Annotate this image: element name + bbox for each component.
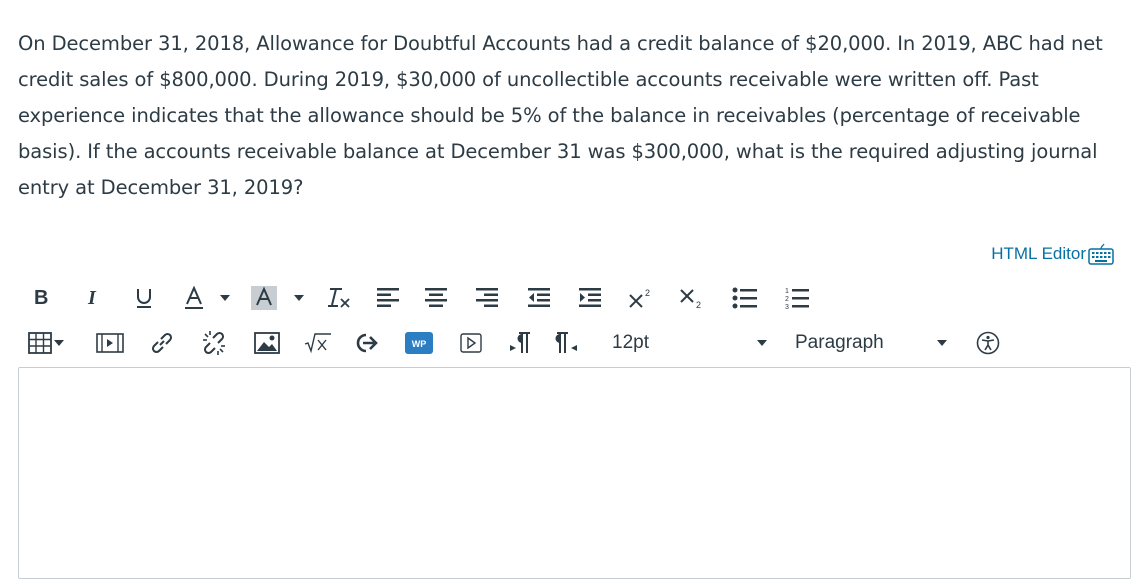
indent-icon[interactable] — [578, 283, 602, 313]
table-dropdown[interactable] — [54, 328, 64, 358]
rich-text-editor-area[interactable] — [18, 367, 1131, 579]
toolbar-row-insert: WP 12pt Paragraph — [24, 326, 1124, 360]
clear-formatting-icon[interactable] — [326, 283, 352, 313]
underline-icon[interactable] — [135, 283, 153, 313]
numbered-list-icon[interactable]: 123 — [784, 283, 810, 313]
link-icon[interactable] — [150, 328, 174, 358]
subscript-icon[interactable]: 2 — [679, 283, 705, 313]
align-left-icon[interactable] — [376, 283, 400, 313]
unlink-icon[interactable] — [200, 328, 228, 358]
rtl-icon[interactable] — [555, 328, 579, 358]
font-size-select[interactable]: 12pt — [612, 328, 649, 358]
text-color-icon[interactable] — [184, 283, 204, 313]
embed-icon[interactable] — [354, 328, 380, 358]
outdent-icon[interactable] — [527, 283, 551, 313]
background-color-icon[interactable] — [250, 283, 278, 313]
question-text: On December 31, 2018, Allowance for Doub… — [18, 32, 1103, 199]
font-size-dropdown[interactable] — [757, 328, 767, 358]
block-format-value: Paragraph — [795, 332, 884, 353]
wordpress-icon[interactable]: WP — [405, 328, 433, 358]
svg-text:1: 1 — [785, 288, 789, 295]
accessibility-icon[interactable] — [976, 328, 1000, 358]
align-center-icon[interactable] — [424, 283, 448, 313]
bold-icon[interactable]: B — [34, 283, 48, 313]
image-icon[interactable] — [254, 328, 280, 358]
text-color-dropdown[interactable] — [220, 283, 230, 313]
superscript-icon[interactable]: 2 — [628, 283, 654, 313]
svg-text:3: 3 — [785, 304, 789, 309]
toolbar-row-formatting: B I 2 2 123 — [24, 281, 1124, 315]
block-format-dropdown[interactable] — [937, 328, 947, 358]
svg-text:2: 2 — [645, 288, 650, 298]
media-icon[interactable] — [96, 328, 124, 358]
svg-text:2: 2 — [785, 296, 789, 303]
html-editor-link[interactable]: HTML Editor — [991, 243, 1114, 265]
svg-text:2: 2 — [696, 300, 701, 310]
bullet-list-icon[interactable] — [732, 283, 758, 313]
video-icon[interactable] — [460, 328, 482, 358]
block-format-select[interactable]: Paragraph — [795, 328, 884, 358]
html-editor-label: HTML Editor — [991, 244, 1086, 263]
align-right-icon[interactable] — [475, 283, 499, 313]
italic-icon[interactable]: I — [88, 283, 96, 313]
math-icon[interactable] — [304, 328, 332, 358]
font-size-value: 12pt — [612, 332, 649, 353]
ltr-icon[interactable] — [508, 328, 532, 358]
svg-text:WP: WP — [412, 339, 427, 349]
keyboard-icon — [1088, 243, 1114, 265]
table-icon[interactable] — [28, 328, 52, 358]
background-color-dropdown[interactable] — [294, 283, 304, 313]
